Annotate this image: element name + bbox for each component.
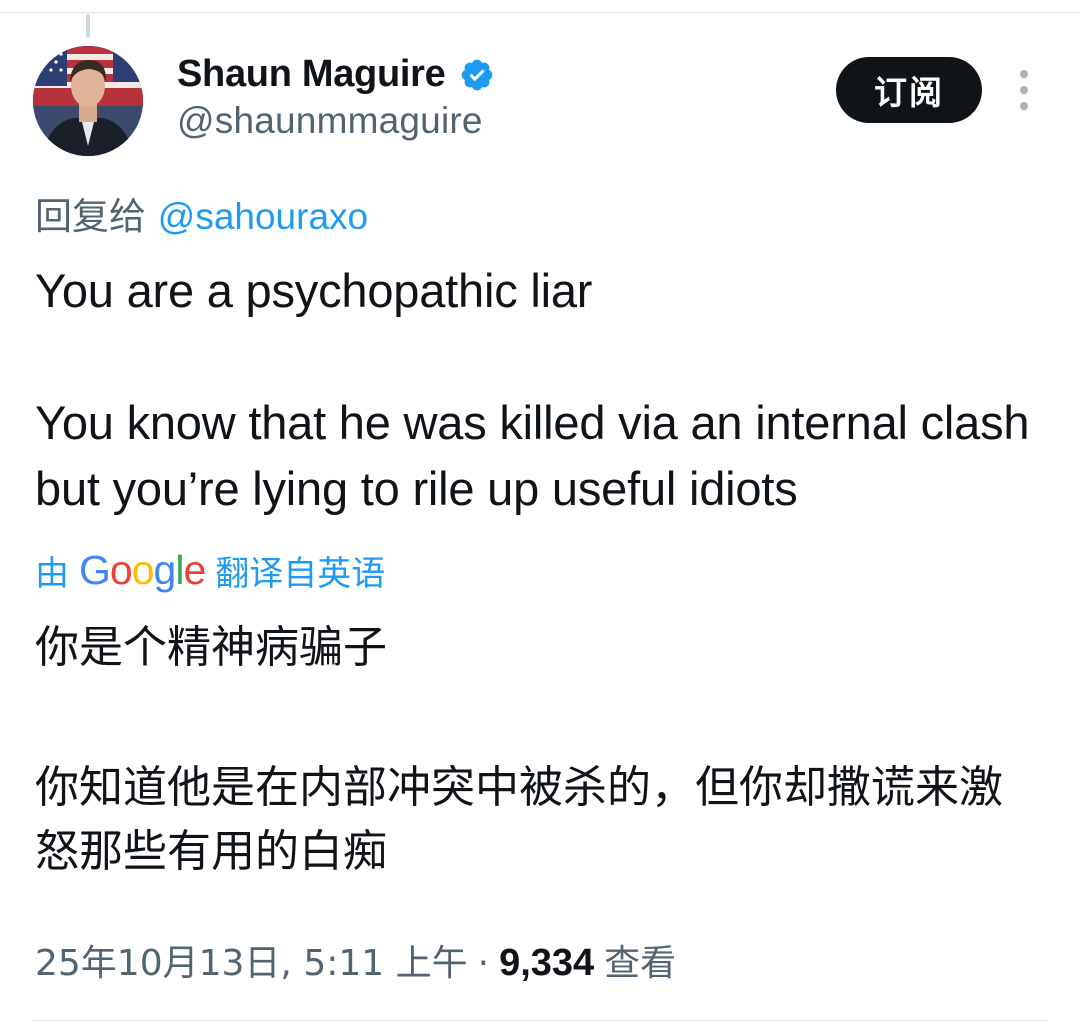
reply-prefix: 回复给	[35, 195, 146, 238]
verified-badge-icon[interactable]	[459, 57, 495, 93]
avatar[interactable]	[33, 46, 143, 156]
thread-connector-line	[86, 14, 90, 38]
tweet-timestamp[interactable]: 25年10月13日, 5:11 上午	[35, 934, 468, 986]
more-dot	[1020, 70, 1028, 78]
bottom-divider	[33, 1020, 1047, 1021]
meta-separator: ·	[477, 943, 490, 984]
translated-paragraph-1: 你是个精神病骗子	[35, 622, 387, 673]
top-divider	[0, 12, 1080, 13]
translated-from-label: 翻译自英语	[215, 554, 386, 594]
tweet-meta-row: 25年10月13日, 5:11 上午 · 9,334 查看	[35, 934, 676, 986]
tweet-text-paragraph-1: You are a psychopathic liar	[35, 264, 593, 317]
translated-by-row[interactable]: 由 Google 翻译自英语	[35, 546, 385, 595]
translated-by-prefix: 由	[35, 554, 69, 594]
reply-to-row: 回复给 @sahouraxo	[35, 186, 368, 240]
tweet-text-paragraph-2: You know that he was killed via an inter…	[35, 396, 1030, 515]
reply-mention-link[interactable]: @sahouraxo	[158, 196, 368, 237]
google-logo: Google	[79, 547, 206, 593]
more-vertical-icon[interactable]	[1012, 70, 1036, 110]
more-dot	[1020, 86, 1028, 94]
translated-paragraph-2: 你知道他是在内部冲突中被杀的，但你却撒谎来激怒那些有用的白痴	[35, 762, 1003, 877]
views-count: 9,334	[499, 942, 595, 984]
author-name-row: Shaun Maguire	[177, 48, 495, 100]
author-handle[interactable]: @shaunmmaguire	[177, 100, 483, 142]
more-dot	[1020, 102, 1028, 110]
views-label: 查看	[604, 943, 677, 984]
author-display-name[interactable]: Shaun Maguire	[177, 53, 446, 96]
subscribe-button[interactable]: 订阅	[836, 57, 982, 123]
